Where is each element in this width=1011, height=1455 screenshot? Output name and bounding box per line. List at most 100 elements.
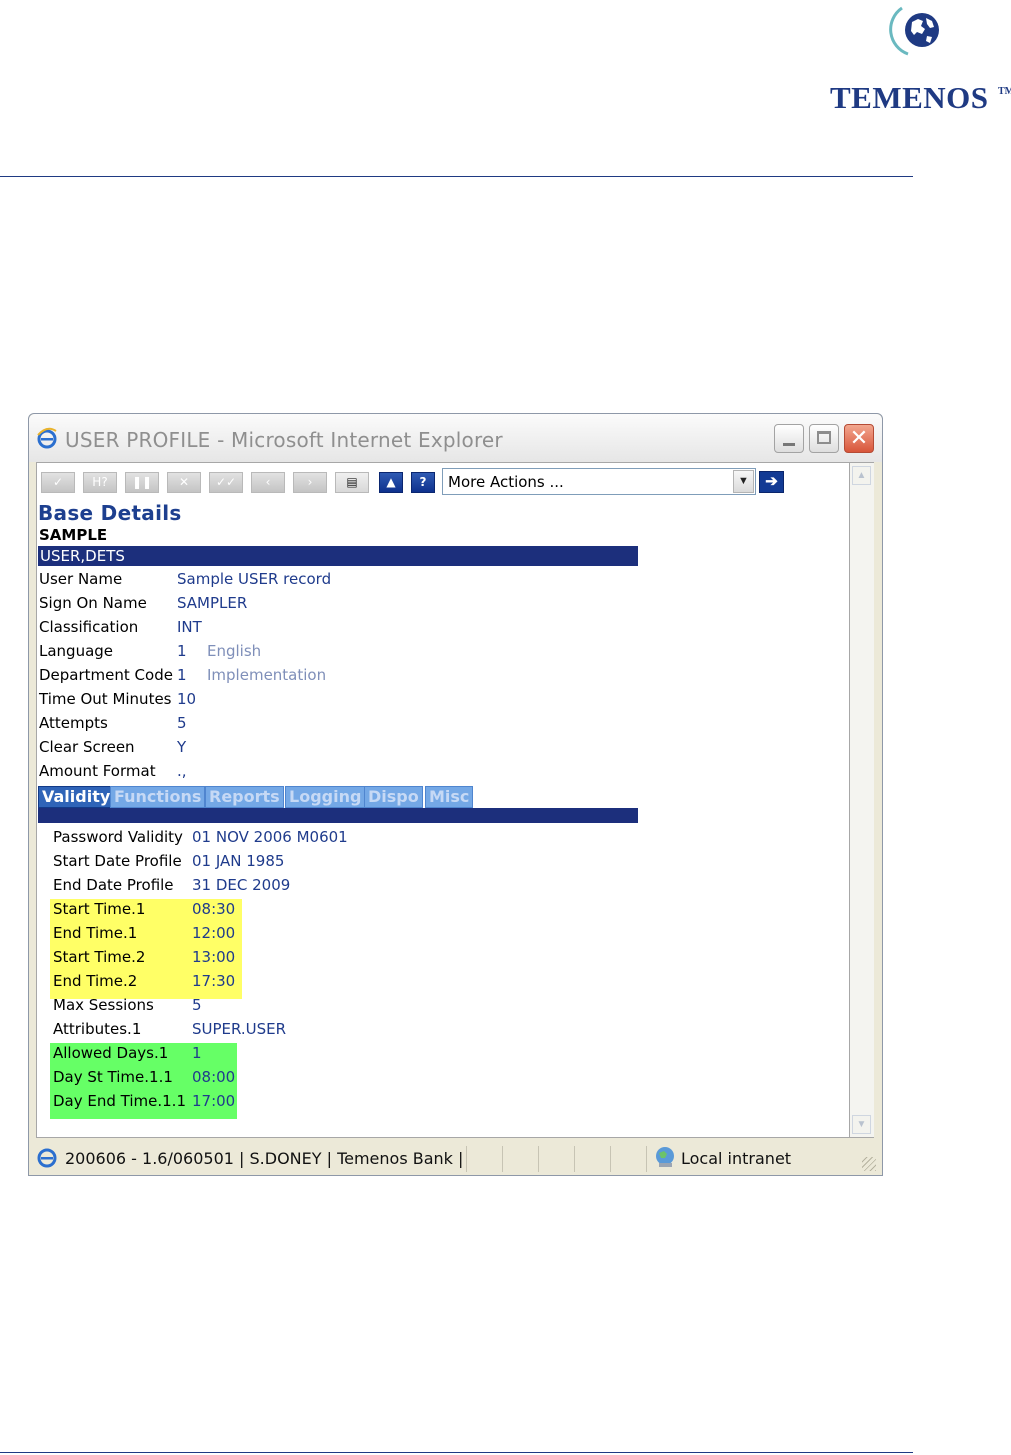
minimize-icon — [783, 443, 795, 446]
field-row: Department Code — [39, 666, 173, 684]
validity-label: Attributes.1 — [53, 1020, 142, 1038]
question-icon: ? — [419, 475, 427, 489]
ie-window: USER PROFILE - Microsoft Internet Explor… — [28, 413, 883, 1176]
record-id: SAMPLE — [39, 526, 108, 544]
field-description: English — [207, 642, 261, 660]
start-time-2-value: 13:00 — [192, 948, 236, 966]
field-row: Language — [39, 642, 113, 660]
validate-button[interactable]: ✓ — [41, 472, 75, 493]
printer-icon: ▤ — [346, 475, 358, 489]
field-value: SAMPLER — [177, 594, 247, 612]
field-label: User Name — [39, 570, 123, 588]
delete-button[interactable]: ✕ — [167, 472, 201, 493]
more-actions-select[interactable]: More Actions ... ▼ — [442, 468, 756, 495]
amount-format-value: ., — [177, 762, 187, 780]
chevron-right-icon: › — [307, 475, 313, 489]
scroll-down-icon[interactable]: ▼ — [852, 1115, 871, 1134]
time-out-value: 10 — [177, 690, 197, 708]
start-time-1-value: 08:30 — [192, 900, 236, 918]
day-end-time-value: 17:00 — [192, 1092, 236, 1110]
attributes-value: SUPER.USER — [192, 1020, 287, 1038]
tab-misc[interactable]: Misc — [425, 786, 474, 808]
logo-wordmark: TEMENOS — [830, 80, 989, 115]
chevron-up-icon: ▲ — [386, 475, 396, 489]
window-titlebar[interactable]: USER PROFILE - Microsoft Internet Explor… — [29, 414, 882, 462]
authorise-button[interactable]: ✓✓ — [209, 472, 243, 493]
field-value: 5 — [177, 714, 187, 732]
chevron-left-icon: ‹ — [265, 475, 271, 489]
tab-reports[interactable]: Reports — [205, 786, 284, 808]
field-label: Department Code — [39, 666, 173, 684]
tab-dispo[interactable]: Dispo — [364, 786, 423, 808]
status-divider — [610, 1146, 611, 1172]
tab-logging[interactable]: Logging — [285, 786, 366, 808]
field-row: User Name — [39, 570, 122, 588]
hold-button[interactable]: H? — [83, 472, 117, 493]
language-description: English — [207, 642, 262, 660]
user-name-value: Sample USER record — [177, 570, 332, 588]
maximize-icon — [817, 431, 831, 444]
intranet-globe-icon — [656, 1147, 674, 1167]
field-row: Attempts — [39, 714, 108, 732]
field-label: Clear Screen — [39, 738, 135, 756]
field-value: Y — [177, 738, 186, 756]
status-divider — [502, 1146, 503, 1172]
section-bar: USER,DETS — [38, 546, 638, 566]
day-start-time-value: 08:00 — [192, 1068, 236, 1086]
close-button[interactable]: ✕ — [844, 424, 874, 453]
validity-label: End Time.2 — [53, 972, 138, 990]
status-session-text: 200606 - 1.6/060501 | S.DONEY | Temenos … — [65, 1149, 465, 1168]
validity-label: End Time.1 — [53, 924, 138, 942]
temenos-logo: TEMENOS TM — [828, 0, 1011, 118]
field-value: 1 — [177, 642, 187, 660]
section-bar-label: USER,DETS — [40, 547, 125, 565]
pause-button[interactable]: ❚❚ — [125, 472, 159, 493]
next-button[interactable]: › — [293, 472, 327, 493]
field-value: Sample USER record — [177, 570, 331, 588]
field-value: 1 — [177, 666, 187, 684]
maximize-button[interactable] — [809, 424, 839, 453]
cross-icon: ✕ — [178, 475, 190, 489]
clear-screen-value: Y — [177, 738, 187, 756]
minimize-button[interactable] — [774, 424, 804, 453]
department-code-value: 1 — [177, 666, 187, 684]
sign-on-name-value: SAMPLER — [177, 594, 248, 612]
go-button[interactable]: ➔ — [759, 471, 784, 493]
status-divider — [574, 1146, 575, 1172]
attempts-value: 5 — [177, 714, 187, 732]
tab-functions[interactable]: Functions — [110, 786, 206, 808]
print-button[interactable]: ▤ — [335, 472, 369, 493]
validity-label: Max Sessions — [53, 996, 154, 1014]
validity-label: Start Time.1 — [53, 900, 146, 918]
field-label: Language — [39, 642, 114, 660]
validity-label: Allowed Days.1 — [53, 1044, 169, 1062]
validity-label: Start Date Profile — [53, 852, 182, 870]
help-button[interactable]: ? — [411, 472, 435, 493]
department-description: Implementation — [207, 666, 327, 684]
footer-rule — [0, 1452, 913, 1453]
validity-label: Password Validity — [53, 828, 183, 846]
collapse-button[interactable]: ▲ — [379, 472, 403, 493]
classification-value: INT — [177, 618, 202, 636]
field-label: Classification — [39, 618, 139, 636]
chevron-down-icon[interactable]: ▼ — [733, 470, 754, 493]
field-row: Time Out Minutes — [39, 690, 172, 708]
field-label: Time Out Minutes — [39, 690, 172, 708]
start-date-value: 01 JAN 1985 — [192, 852, 285, 870]
language-value: 1 — [177, 642, 187, 660]
validity-label: Day End Time.1.1 — [53, 1092, 186, 1110]
ie-logo-icon — [37, 427, 57, 449]
field-description: Implementation — [207, 666, 326, 684]
resize-grip-icon[interactable] — [862, 1157, 876, 1171]
page-title: Base Details — [38, 501, 182, 525]
previous-button[interactable]: ‹ — [251, 472, 285, 493]
scroll-up-icon[interactable]: ▲ — [852, 466, 871, 485]
allowed-days-value: 1 — [192, 1044, 202, 1062]
tab-validity[interactable]: Validity — [38, 786, 115, 808]
field-label: Sign On Name — [39, 594, 147, 612]
close-icon: ✕ — [849, 426, 869, 451]
field-label: Attempts — [39, 714, 108, 732]
validity-label: Start Time.2 — [53, 948, 146, 966]
vertical-scrollbar[interactable]: ▲ ▼ — [850, 462, 874, 1138]
pause-icon: ❚❚ — [131, 475, 153, 489]
